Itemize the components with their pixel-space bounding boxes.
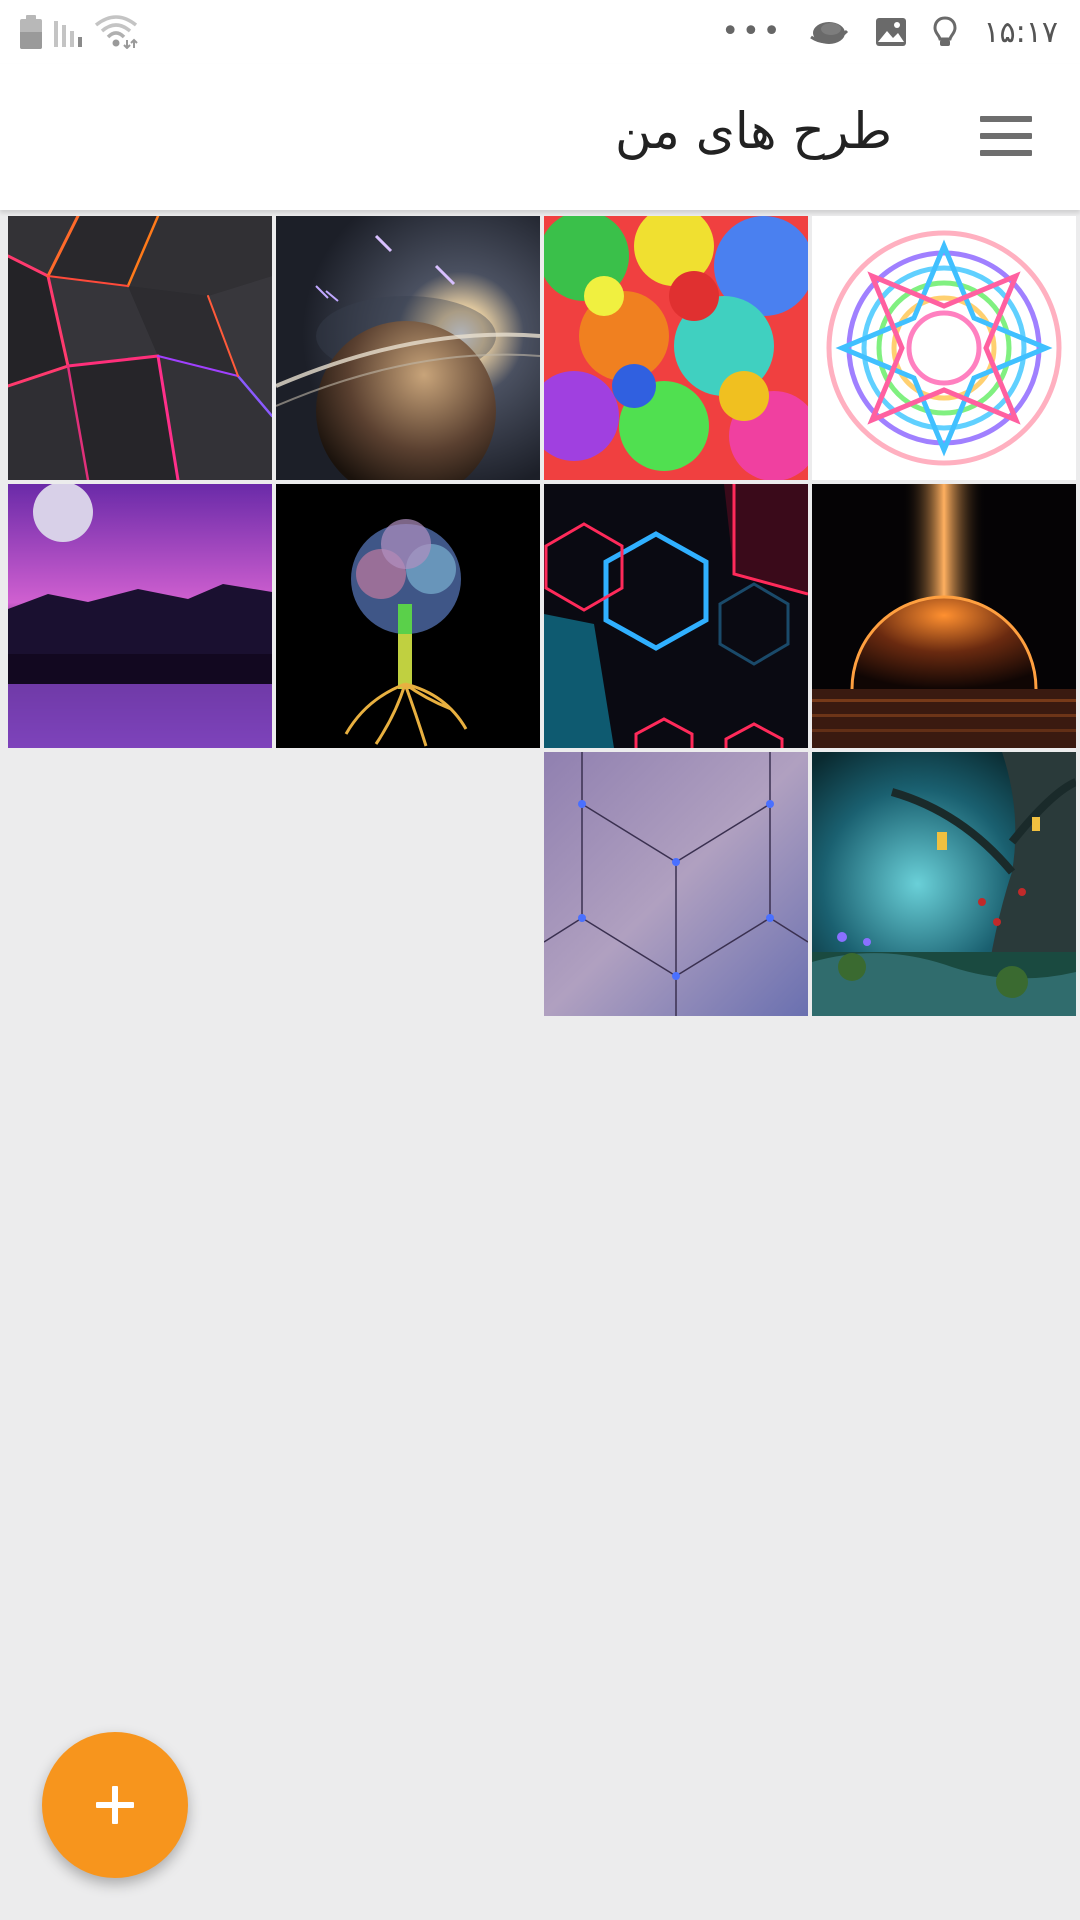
design-tile-purple-moon-lake[interactable] — [8, 484, 272, 748]
design-tile-saturn-space[interactable] — [276, 216, 540, 480]
design-tile-kaleidoscope[interactable] — [812, 216, 1076, 480]
more-indicator: ••• — [721, 14, 784, 49]
add-design-button[interactable] — [42, 1732, 188, 1878]
menu-icon[interactable] — [980, 116, 1032, 156]
app-bar: طرح های من — [0, 64, 1080, 210]
design-tile-rainbow-tree[interactable] — [276, 484, 540, 748]
design-tile-blue-cube-lines[interactable] — [544, 752, 808, 1016]
image-icon — [876, 18, 907, 46]
status-left — [20, 12, 138, 52]
design-tile-neon-hexagons[interactable] — [544, 484, 808, 748]
signal-icon — [54, 17, 82, 47]
bulb-icon — [933, 16, 957, 46]
design-tile-neon-polygons[interactable] — [8, 216, 272, 480]
status-right: ••• ۱۵:۱۷ — [721, 10, 1058, 54]
design-tile-glowing-planet[interactable] — [812, 484, 1076, 748]
design-tile-rainbow-splash[interactable] — [544, 216, 808, 480]
status-bar: ••• ۱۵:۱۷ — [0, 0, 1080, 64]
page-title: طرح های من — [614, 102, 892, 160]
plus-icon — [96, 1786, 134, 1824]
design-tile-enchanted-forest[interactable] — [812, 752, 1076, 1016]
battery-icon — [20, 15, 42, 49]
status-clock: ۱۵:۱۷ — [983, 14, 1058, 50]
wifi-icon — [94, 15, 138, 49]
cloud-icon — [810, 22, 849, 44]
